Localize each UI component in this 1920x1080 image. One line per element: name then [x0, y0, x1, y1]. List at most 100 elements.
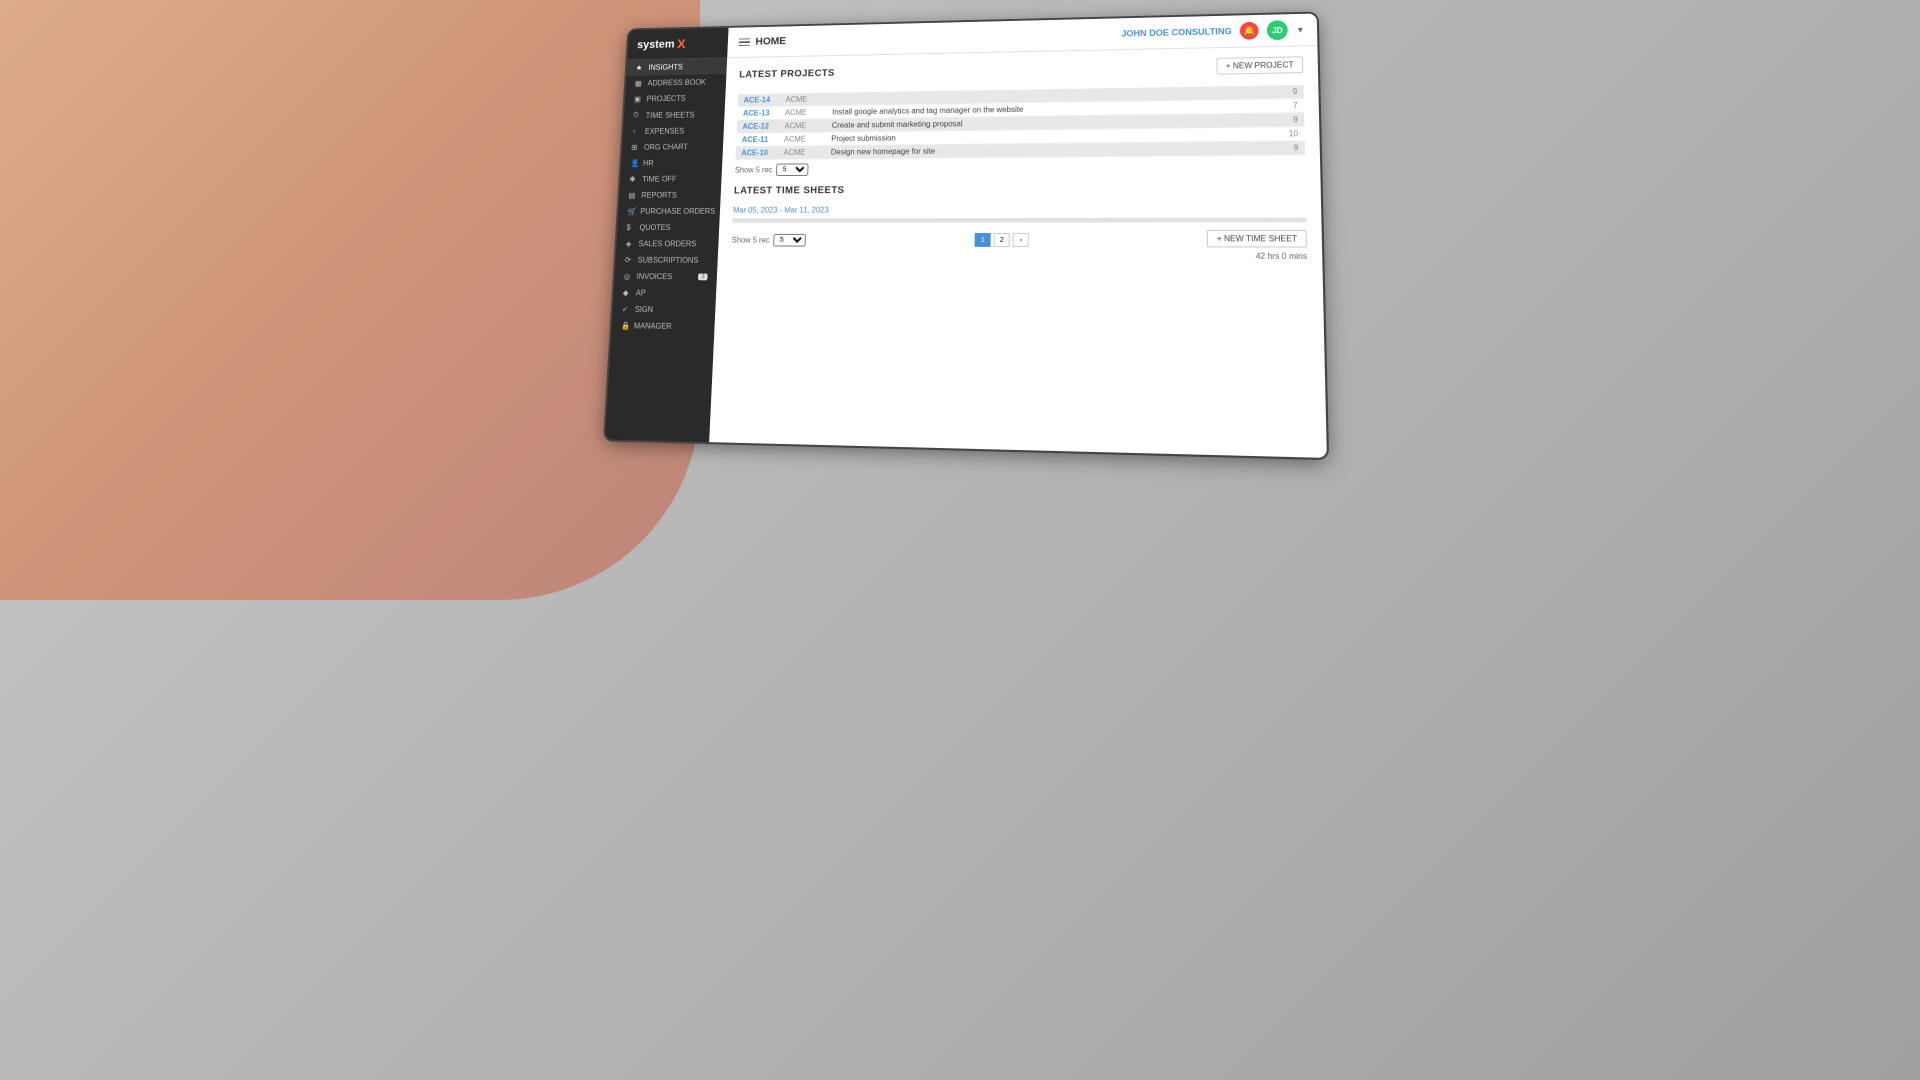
sidebar-item-subscriptions[interactable]: ⟳ SUBSCRIPTIONS	[615, 252, 718, 269]
sidebar-item-ap[interactable]: ◆ AP	[613, 285, 716, 302]
project-count-cell: 9	[1258, 113, 1304, 128]
sidebar-label-org-chart: ORG CHART	[644, 143, 688, 152]
project-id-cell: ACE-11	[736, 133, 779, 147]
sidebar-item-manager[interactable]: 🔒 MANAGER	[611, 317, 715, 335]
sidebar-label-subscriptions: SUBSCRIPTIONS	[637, 256, 698, 265]
header-right: JOHN DOE CONSULTING 🔔 JD ▼	[1121, 20, 1304, 44]
sidebar-label-hr: HR	[643, 159, 654, 168]
insights-icon: ★	[636, 64, 645, 72]
sidebar-item-hr[interactable]: 👤 HR	[621, 155, 723, 172]
sidebar-item-quotes[interactable]: $ QUOTES	[617, 219, 720, 235]
table-row	[733, 218, 1307, 223]
manager-icon: 🔒	[621, 321, 631, 330]
sidebar-item-sales-orders[interactable]: ◈ SALES ORDERS	[616, 236, 719, 252]
sidebar-item-sign[interactable]: ✓ SIGN	[612, 301, 715, 319]
sidebar-label-insights: INSIGHTS	[648, 63, 683, 72]
sidebar-label-address-book: ADDRESS BOOK	[647, 78, 706, 87]
sidebar-item-insights[interactable]: ★ INSIGHTS	[626, 58, 727, 76]
project-count-cell: 9	[1259, 141, 1305, 156]
hamburger-menu[interactable]	[739, 38, 750, 46]
time-off-icon: ✱	[629, 175, 639, 184]
show-rec-timesheets: Show 5 rec 5 10	[731, 233, 806, 246]
hamburger-line-2	[739, 41, 750, 43]
app-container: system X ★ INSIGHTS ▦ ADDRESS BOOK ▣ PRO…	[605, 14, 1327, 458]
project-client-cell: ACME	[779, 106, 827, 120]
hamburger-line-1	[739, 38, 750, 40]
project-id-cell: ACE-14	[738, 94, 780, 107]
show-rec-select[interactable]: 5 10 25	[776, 163, 809, 176]
sidebar-label-ap: AP	[636, 289, 646, 298]
sidebar-item-time-off[interactable]: ✱ TIME OFF	[620, 171, 722, 188]
content-area: LATEST PROJECTS + NEW PROJECT ACE-14 ACM…	[709, 46, 1327, 458]
project-id-cell: ACE-13	[737, 106, 779, 120]
invoices-badge: 3	[698, 273, 708, 280]
project-id-cell: ACE-10	[735, 146, 778, 160]
org-chart-icon: ⊞	[631, 143, 641, 152]
quotes-icon: $	[626, 223, 636, 232]
timesheet-date-range: Mar 05, 2023 - Mar 11, 2023	[733, 204, 1306, 214]
projects-icon: ▣	[634, 95, 644, 103]
sidebar-label-time-off: TIME OFF	[642, 175, 677, 184]
page-next-button[interactable]: ›	[1013, 233, 1029, 247]
sidebar-nav: ★ INSIGHTS ▦ ADDRESS BOOK ▣ PROJECTS ⏱ T…	[605, 58, 727, 442]
timesheets-table	[733, 218, 1307, 224]
project-count-cell: 10	[1259, 127, 1305, 142]
subscriptions-icon: ⟳	[625, 256, 635, 265]
page-2-button[interactable]: 2	[994, 233, 1010, 247]
hamburger-line-3	[739, 45, 750, 47]
show-rec-label: Show 5 rec	[735, 166, 773, 175]
sidebar-label-projects: PROJECTS	[646, 94, 685, 103]
sidebar-item-purchase-orders[interactable]: 🛒 PURCHASE ORDERS	[618, 203, 720, 219]
expenses-icon: ↑	[632, 127, 642, 135]
ts-header-cell	[1068, 218, 1186, 223]
logo-text: system	[637, 37, 675, 51]
project-client-cell: ACME	[779, 119, 827, 133]
sidebar-label-invoices: INVOICES	[636, 272, 672, 281]
project-id-cell: ACE-12	[737, 119, 780, 133]
sidebar-label-expenses: EXPENSES	[645, 127, 685, 136]
new-project-button[interactable]: + NEW PROJECT	[1216, 56, 1303, 74]
reports-icon: ▤	[628, 191, 638, 200]
sidebar-label-purchase-orders: PURCHASE ORDERS	[640, 207, 715, 216]
app-logo[interactable]: system X	[627, 28, 728, 60]
sidebar-item-org-chart[interactable]: ⊞ ORG CHART	[622, 139, 724, 156]
timesheets-section-title: LATEST TIME SHEETS	[734, 185, 845, 196]
project-count-cell: 9	[1258, 85, 1304, 99]
latest-projects-section: LATEST PROJECTS + NEW PROJECT ACE-14 ACM…	[735, 56, 1306, 176]
new-timesheet-button[interactable]: + NEW TIME SHEET	[1207, 229, 1307, 247]
ts-header-cell	[841, 218, 953, 223]
projects-table: ACE-14 ACME 9 ACE-13 ACME Install google…	[735, 85, 1305, 160]
ts-header-cell	[953, 218, 1068, 223]
logo-x: X	[677, 36, 686, 51]
project-client-cell: ACME	[778, 132, 826, 146]
sidebar-item-projects[interactable]: ▣ PROJECTS	[625, 90, 726, 107]
sidebar-item-invoices[interactable]: ◎ INVOICES 3	[614, 268, 717, 285]
project-client-cell: ACME	[778, 146, 826, 160]
sidebar-label-timesheets: TIME SHEETS	[646, 110, 695, 119]
user-menu-arrow[interactable]: ▼	[1296, 25, 1304, 34]
invoices-icon: ◎	[624, 272, 634, 281]
laptop-wrapper: system X ★ INSIGHTS ▦ ADDRESS BOOK ▣ PRO…	[0, 0, 1920, 1080]
purchase-orders-icon: 🛒	[627, 207, 637, 216]
main-content: HOME JOHN DOE CONSULTING 🔔 JD ▼	[709, 14, 1327, 458]
sidebar-item-expenses[interactable]: ↑ EXPENSES	[623, 123, 724, 140]
timesheet-total: 42 hrs 0 mins	[731, 250, 1307, 261]
show-rec-projects: Show 5 rec 5 10 25	[735, 159, 1306, 176]
notification-bell[interactable]: 🔔	[1240, 22, 1259, 40]
address-book-icon: ▦	[635, 79, 644, 87]
page-title: HOME	[755, 36, 786, 48]
latest-timesheets-section: LATEST TIME SHEETS Mar 05, 2023 - Mar 11…	[731, 183, 1307, 261]
project-count-cell: 7	[1258, 99, 1304, 114]
sidebar-label-sales-orders: SALES ORDERS	[638, 240, 696, 249]
sidebar-item-address-book[interactable]: ▦ ADDRESS BOOK	[625, 74, 726, 92]
company-name: JOHN DOE CONSULTING	[1121, 26, 1231, 38]
sidebar-label-reports: REPORTS	[641, 191, 677, 200]
page-1-button[interactable]: 1	[975, 233, 991, 247]
sidebar-label-quotes: QUOTES	[639, 223, 671, 232]
sidebar-item-time-sheets[interactable]: ⏱ TIME SHEETS	[624, 106, 725, 124]
show-rec-ts-select[interactable]: 5 10	[773, 233, 806, 246]
sign-icon: ✓	[622, 305, 632, 314]
background-person	[0, 0, 700, 600]
sidebar-item-reports[interactable]: ▤ REPORTS	[619, 187, 721, 204]
user-avatar[interactable]: JD	[1267, 20, 1288, 40]
